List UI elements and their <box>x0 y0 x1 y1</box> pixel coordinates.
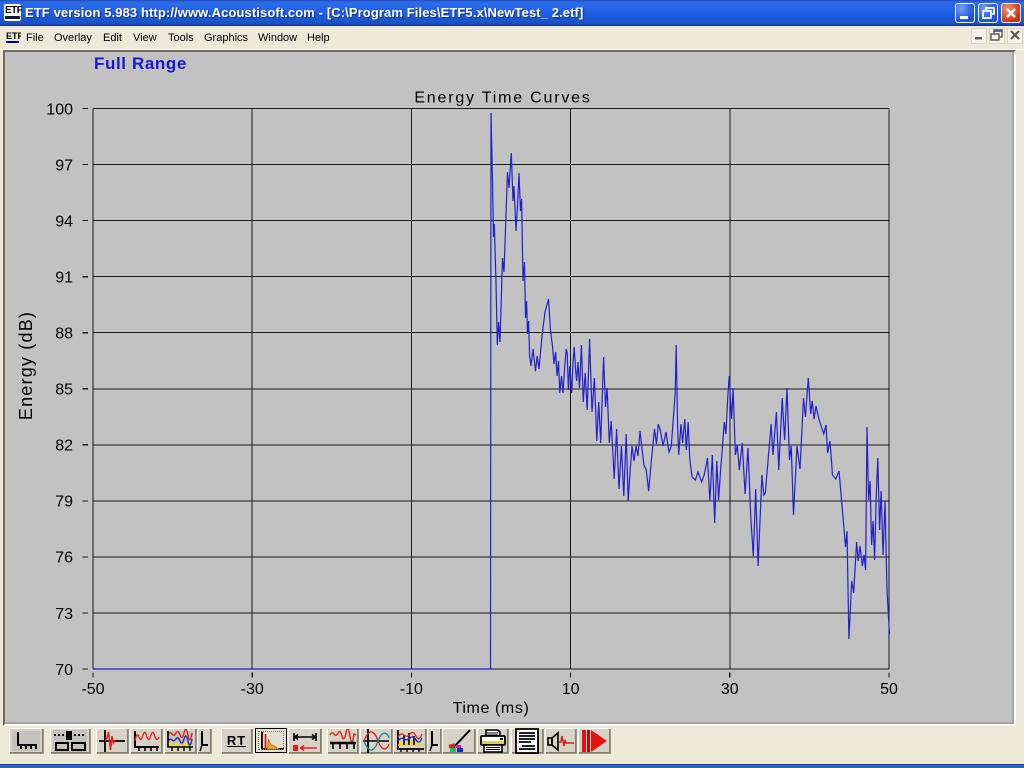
svg-text:70: 70 <box>55 662 73 679</box>
svg-text:10: 10 <box>562 681 580 698</box>
svg-text:79: 79 <box>55 494 73 511</box>
svg-text:-10: -10 <box>400 681 423 698</box>
svg-text:Full Range: Full Range <box>94 54 187 73</box>
svg-text:50: 50 <box>880 681 898 698</box>
svg-text:100: 100 <box>46 101 73 118</box>
svg-text:73: 73 <box>55 606 73 623</box>
svg-text:85: 85 <box>55 382 73 399</box>
svg-text:91: 91 <box>55 269 73 286</box>
svg-text:76: 76 <box>55 550 73 567</box>
svg-text:94: 94 <box>55 213 73 230</box>
svg-text:97: 97 <box>55 157 73 174</box>
svg-text:82: 82 <box>55 438 73 455</box>
svg-text:30: 30 <box>721 681 739 698</box>
svg-text:Energy (dB): Energy (dB) <box>16 311 36 420</box>
svg-text:Time (ms): Time (ms) <box>453 700 530 717</box>
svg-text:88: 88 <box>55 326 73 343</box>
svg-text:-50: -50 <box>81 681 104 698</box>
svg-text:Energy Time Curves: Energy Time Curves <box>414 90 591 107</box>
svg-text:-30: -30 <box>241 681 264 698</box>
